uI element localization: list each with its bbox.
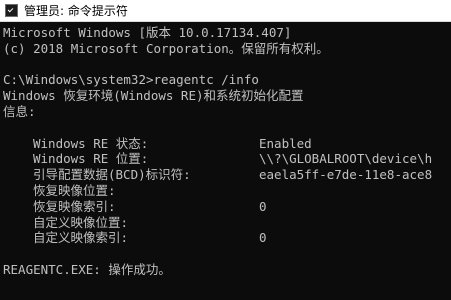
info-value: eaela5ff-e7de-11e8-ace8	[259, 167, 433, 183]
command-prompt-window: 管理员: 命令提示符 Microsoft Windows [版本 10.0.17…	[0, 0, 451, 300]
info-row-bcd-identifier: 引导配置数据(BCD)标识符: eaela5ff-e7de-11e8-ace8	[3, 167, 451, 183]
console-output[interactable]: Microsoft Windows [版本 10.0.17134.407] (c…	[0, 22, 451, 300]
result-line: REAGENTC.EXE: 操作成功。	[3, 261, 171, 277]
info-row-recovery-image-index: 恢复映像索引: 0	[3, 199, 451, 215]
info-label: Windows RE 位置:	[33, 151, 149, 167]
info-row-recovery-image-location: 恢复映像位置:	[3, 183, 451, 199]
cmd-icon	[5, 4, 18, 17]
info-value: 0	[259, 230, 267, 246]
info-label: 自定义映像位置:	[33, 214, 129, 230]
prompt-command-line: C:\Windows\system32>reagentc /info	[3, 72, 259, 88]
info-row-custom-image-index: 自定义映像索引: 0	[3, 230, 451, 246]
title-bar[interactable]: 管理员: 命令提示符	[0, 0, 451, 22]
info-row-re-status: Windows RE 状态: Enabled	[3, 136, 451, 152]
info-label: 恢复映像位置:	[33, 182, 116, 198]
info-value: \\?\GLOBALROOT\device\h	[259, 151, 433, 167]
info-row-re-location: Windows RE 位置: \\?\GLOBALROOT\device\h	[3, 151, 451, 167]
output-header-line: Windows 恢复环境(Windows RE)和系统初始化配置	[3, 88, 304, 104]
info-label: 恢复映像索引:	[33, 198, 116, 214]
output-info-heading: 信息:	[3, 103, 36, 119]
info-value: 0	[259, 198, 267, 214]
info-label: 自定义映像索引:	[33, 230, 129, 246]
banner-line: Microsoft Windows [版本 10.0.17134.407]	[3, 25, 292, 40]
window-title: 管理员: 命令提示符	[24, 4, 128, 18]
info-row-custom-image-location: 自定义映像位置:	[3, 215, 451, 231]
info-label: 引导配置数据(BCD)标识符:	[33, 167, 191, 183]
info-label: Windows RE 状态:	[33, 135, 149, 151]
copyright-line: (c) 2018 Microsoft Corporation。保留所有权利。	[3, 40, 329, 56]
info-value: Enabled	[259, 135, 312, 151]
